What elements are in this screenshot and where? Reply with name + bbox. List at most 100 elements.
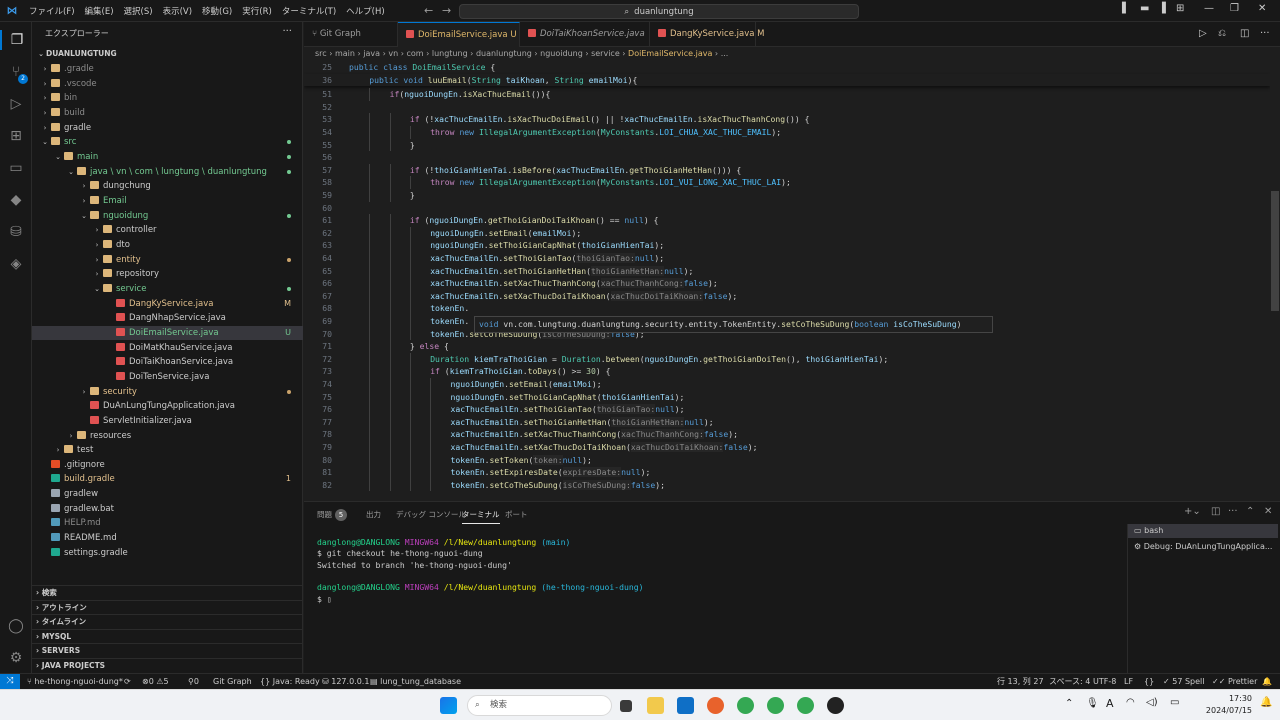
stack-icon[interactable]: ◈	[6, 254, 26, 274]
code-line[interactable]: 81 tokenEn.setExpiresDate(expiresDate:nul…	[304, 466, 1270, 479]
customize-layout-icon[interactable]: ⊞	[1176, 3, 1184, 14]
app-icon[interactable]	[707, 697, 724, 714]
tree-folder[interactable]: ⌄ nguoidung	[32, 209, 303, 224]
maximize-panel-icon[interactable]: ⌃	[1246, 506, 1254, 517]
code-line[interactable]: 75 nguoiDungEn.setThoiGianCapNhat(thoiGia…	[304, 390, 1270, 404]
code-line[interactable]: 71} else {	[304, 340, 1270, 353]
command-center-search[interactable]: ⌕ duanlungtung	[459, 4, 859, 19]
volume-icon[interactable]: ◁)	[1146, 697, 1158, 708]
code-line[interactable]: 68 tokenEn.	[304, 302, 1270, 315]
tree-folder[interactable]: ⌄ main	[32, 150, 303, 165]
tree-folder[interactable]: › Email	[32, 194, 303, 209]
status-cursor-position[interactable]: 行 13, 列 27	[997, 674, 1044, 689]
tab-doi-tai-khoan-service[interactable]: DoiTaiKhoanService.java	[520, 22, 650, 47]
code-line[interactable]: 66 xacThucEmailEn.setXacThucThanhCong(xac…	[304, 277, 1270, 290]
code-line[interactable]: 78 xacThucEmailEn.setXacThucThanhCong(xac…	[304, 428, 1270, 441]
tree-folder[interactable]: › bin	[32, 91, 303, 106]
code-line[interactable]: 80 tokenEn.setToken(token:null);	[304, 453, 1270, 467]
code-line[interactable]: 76 xacThucEmailEn.setThoiGianTao(thoiGian…	[304, 403, 1270, 416]
battery-icon[interactable]: ▭	[1170, 697, 1179, 708]
menu-item[interactable]: ヘルプ(H)	[341, 5, 390, 17]
menu-item[interactable]: 移動(G)	[197, 5, 237, 17]
tab-output[interactable]: 出力	[366, 509, 381, 520]
code-line[interactable]: 77 xacThucEmailEn.setThoiGianHetHan(thoiG…	[304, 415, 1270, 429]
code-line[interactable]: 55}	[304, 138, 1270, 152]
breadcrumb-item[interactable]: DoiEmailService.java	[628, 49, 712, 58]
status-java[interactable]: {} Java: Ready	[260, 674, 320, 689]
wifi-icon[interactable]: ◠	[1126, 697, 1135, 708]
menu-item[interactable]: 表示(V)	[158, 5, 197, 17]
status-sync-icon[interactable]: ⟳	[124, 674, 131, 689]
file-explorer-icon[interactable]	[647, 697, 664, 714]
open-changes-icon[interactable]: ⎌	[1218, 28, 1226, 39]
status-ports[interactable]: ⚲0	[188, 674, 199, 689]
remote-explorer-icon[interactable]: ▭	[6, 158, 26, 178]
sidebar-section[interactable]: › SERVERS	[32, 643, 303, 658]
code-line[interactable]: 61 if (nguoiDungEn.getThoiGianDoiTaiKhoan…	[304, 214, 1270, 227]
tree-folder[interactable]: › build	[32, 106, 303, 121]
code-line[interactable]: 51 if(nguoiDungEn.isXacThucEmail()){	[304, 88, 1270, 101]
sidebar-section[interactable]: › 検索	[32, 585, 303, 600]
breadcrumb-item[interactable]: com	[406, 49, 423, 58]
tree-file[interactable]: ServletInitializer.java	[32, 414, 303, 429]
breadcrumb-item[interactable]: main	[335, 49, 355, 58]
menu-item[interactable]: 実行(R)	[237, 5, 277, 17]
more-actions-icon[interactable]: ···	[282, 26, 292, 37]
tab-debug-console[interactable]: デバッグ コンソール	[396, 509, 466, 520]
breadcrumb-item[interactable]: vn	[388, 49, 398, 58]
sidebar-section[interactable]: › MYSQL	[32, 628, 303, 644]
breadcrumb-item[interactable]: duanlungtung	[476, 49, 532, 58]
status-problems[interactable]: ⊗0 ⚠5	[142, 674, 169, 689]
back-arrow-icon[interactable]: ←	[424, 4, 433, 17]
clock-date[interactable]: 2024/07/15	[1205, 706, 1252, 715]
tree-file[interactable]: DoiEmailService.java U	[32, 325, 303, 341]
tree-folder[interactable]: › dto	[32, 238, 303, 253]
notifications-bell-icon[interactable]: 🔔	[1262, 674, 1272, 689]
status-branch[interactable]: ⑂ he-thong-nguoi-dung*	[27, 674, 123, 689]
breadcrumb-item[interactable]: src	[315, 49, 327, 58]
tree-file[interactable]: .gitignore	[32, 458, 303, 473]
clock-time[interactable]: 17:30	[1210, 694, 1252, 703]
tree-file[interactable]: DoiMatKhauService.java	[32, 341, 303, 356]
terminal-item-debug[interactable]: ⚙ Debug: DuAnLungTungApplica...	[1128, 540, 1278, 554]
tree-folder[interactable]: › .gradle	[32, 62, 303, 77]
account-icon[interactable]: ◯	[6, 616, 26, 636]
code-line[interactable]: 53 if (!xacThucEmailEn.isXacThucDoiEmail(…	[304, 113, 1270, 126]
code-line[interactable]: 59}	[304, 189, 1270, 202]
tree-folder[interactable]: › repository	[32, 267, 303, 282]
sidebar-section[interactable]: › タイムライン	[32, 614, 303, 629]
workspace-root[interactable]: ⌄ DUANLUNGTUNG	[32, 47, 303, 62]
status-db-host[interactable]: ⛁ 127.0.0.1	[322, 674, 369, 689]
code-line[interactable]: 36 public void luuEmail(String taiKhoan, …	[304, 73, 1270, 87]
minimize-icon[interactable]: —	[1204, 3, 1214, 14]
tree-file[interactable]: settings.gradle	[32, 546, 303, 561]
notification-icon[interactable]: 🔔	[1260, 697, 1272, 708]
status-prettier[interactable]: ✓✓ Prettier	[1212, 674, 1257, 689]
task-view-icon[interactable]	[620, 700, 632, 712]
tab-ports[interactable]: ポート	[505, 509, 528, 520]
tree-folder[interactable]: ⌄ java \ vn \ com \ lungtung \ duanlungtu…	[32, 165, 303, 180]
code-line[interactable]: 72 Duration kiemTraThoiGian = Duration.be…	[304, 352, 1270, 366]
font-input-icon[interactable]: A	[1106, 697, 1114, 710]
menu-item[interactable]: ターミナル(T)	[277, 5, 341, 17]
scrollbar-thumb[interactable]	[1271, 191, 1279, 311]
more-actions-icon[interactable]: ···	[1228, 506, 1238, 517]
tree-folder[interactable]: › security	[32, 385, 303, 400]
tree-folder[interactable]: › test	[32, 443, 303, 458]
close-panel-icon[interactable]: ✕	[1264, 506, 1272, 517]
breadcrumb-item[interactable]: ...	[721, 49, 729, 58]
code-line[interactable]: 52	[304, 101, 1270, 114]
terminal-item-bash[interactable]: ▭ bash	[1128, 524, 1278, 538]
status-indentation[interactable]: スペース: 4	[1049, 674, 1090, 689]
code-line[interactable]: 62 nguoiDungEn.setEmail(emailMoi);	[304, 226, 1270, 240]
microphone-icon[interactable]: 🎙	[1086, 698, 1099, 709]
split-editor-icon[interactable]: ◫	[1240, 28, 1249, 39]
tree-folder[interactable]: › entity	[32, 253, 303, 268]
tree-folder[interactable]: › resources	[32, 429, 303, 444]
menu-item[interactable]: ファイル(F)	[24, 5, 80, 17]
taskbar-search[interactable]: ⌕ 検索	[467, 695, 612, 716]
tab-problems[interactable]: 問題 5	[317, 509, 347, 521]
tree-folder[interactable]: › .vscode	[32, 77, 303, 92]
tab-dang-ky-service[interactable]: DangKyService.java M	[650, 22, 765, 47]
breadcrumb-item[interactable]: nguoidung	[540, 49, 583, 58]
